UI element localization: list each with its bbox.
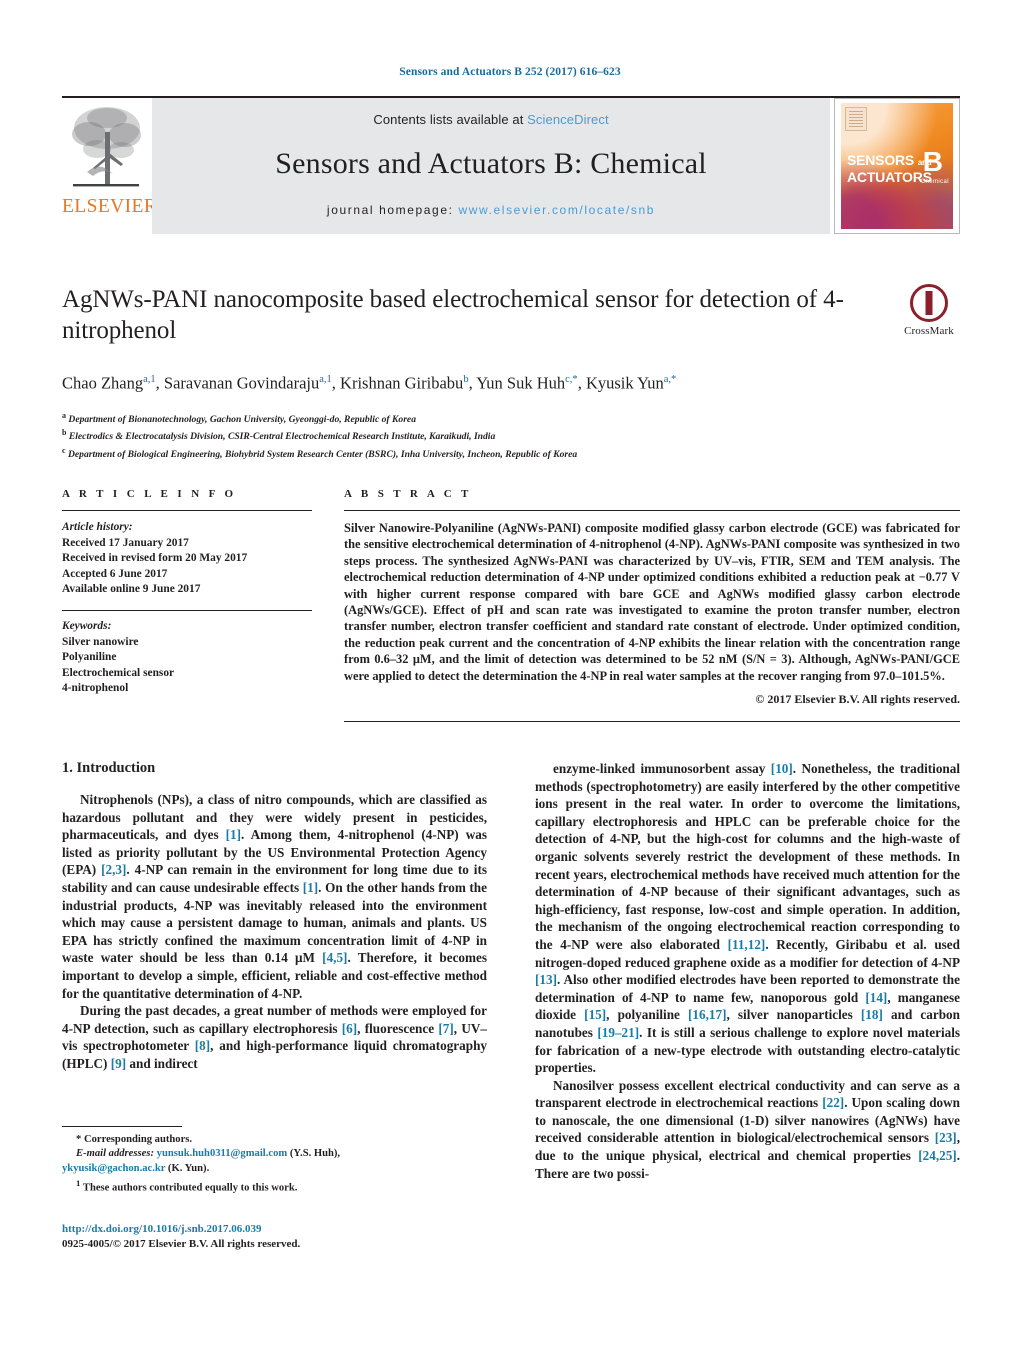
journal-title: Sensors and Actuators B: Chemical [275, 147, 707, 180]
equal-contribution-note: 1 These authors contributed equally to t… [62, 1176, 487, 1196]
doi-link[interactable]: http://dx.doi.org/10.1016/j.snb.2017.06.… [62, 1222, 512, 1237]
history-revised: Received in revised form 20 May 2017 [62, 552, 248, 565]
abstract-copyright: © 2017 Elsevier B.V. All rights reserved… [755, 692, 960, 707]
title-block: AgNWs-PANI nanocomposite based electroch… [62, 284, 852, 462]
issn-copyright-line: 0925-4005/© 2017 Elsevier B.V. All right… [62, 1238, 301, 1250]
affiliation-text-a: Department of Bionanotechnology, Gachon … [68, 413, 416, 425]
elsevier-logo: ELSEVIER [62, 98, 158, 234]
affiliation-b: b Electrodics & Electrocatalysis Divisio… [62, 426, 852, 444]
journal-banner: ELSEVIER Contents lists available at Sci… [62, 96, 960, 236]
cover-subtitle: Chemical [920, 179, 949, 185]
cover-letter-b: B [922, 146, 943, 177]
body-columns: 1. Introduction Nitrophenols (NPs), a cl… [62, 760, 960, 1182]
intro-paragraph-4: Nanosilver possess excellent electrical … [535, 1077, 960, 1181]
email-link-yun[interactable]: ykyusik@gachon.ac.kr [62, 1163, 165, 1174]
affiliation-text-b: Electrodics & Electrocatalysis Division,… [68, 431, 496, 443]
homepage-url-link[interactable]: www.elsevier.com/locate/snb [458, 203, 655, 217]
crossmark-icon [910, 284, 948, 322]
cover-elsevier-mark-icon [845, 107, 867, 131]
journal-cover-thumbnail: SENSORS and ACTUATORS B Chemical [834, 98, 960, 234]
journal-homepage-line: journal homepage: www.elsevier.com/locat… [152, 203, 830, 217]
page-title: AgNWs-PANI nanocomposite based electroch… [62, 286, 844, 344]
equal-contribution-text: These authors contributed equally to thi… [82, 1182, 298, 1194]
running-head: Sensors and Actuators B 252 (2017) 616–6… [399, 66, 621, 78]
affiliation-a: a Department of Bionanotechnology, Gacho… [62, 409, 852, 427]
intro-paragraph-3: enzyme-linked immunosorbent assay [10]. … [535, 761, 961, 1076]
paper-page: Sensors and Actuators B 252 (2017) 616–6… [0, 0, 1020, 1351]
abstract-column: A B S T R A C T Silver Nanowire-Polyanil… [344, 488, 960, 730]
keywords-rule [62, 609, 312, 611]
cover-line1: SENSORS [847, 152, 915, 168]
history-accepted: Accepted 6 June 2017 [62, 567, 168, 580]
crossmark-label: CrossMark [904, 325, 954, 337]
abstract-text: Silver Nanowire-Polyaniline (AgNWs-PANI)… [344, 521, 960, 683]
corresponding-authors-note: * Corresponding authors. [76, 1134, 193, 1145]
history-received: Received 17 January 2017 [62, 536, 189, 549]
cover-line2: ACTUATORS [847, 169, 932, 185]
intro-paragraph-1: Nitrophenols (NPs), a class of nitro com… [62, 792, 488, 1001]
abstract-bottom-rule [344, 721, 960, 723]
elsevier-wordmark: ELSEVIER [62, 196, 158, 217]
article-info-column: A R T I C L E I N F O Article history: R… [62, 488, 312, 697]
article-info-rule [62, 510, 312, 511]
email-addresses-note: E-mail addresses: yunsuk.huh0311@gmail.c… [62, 1147, 487, 1176]
abstract-rule [344, 510, 960, 511]
email-addresses-label: E-mail addresses: [76, 1148, 154, 1160]
author-list: Chao Zhanga,1, Saravanan Govindarajua,1,… [62, 373, 677, 393]
body-column-left: 1. Introduction Nitrophenols (NPs), a cl… [62, 760, 487, 1182]
keyword-3: Electrochemical sensor [62, 666, 175, 679]
affiliation-marker-b: b [62, 428, 67, 438]
doi-block: http://dx.doi.org/10.1016/j.snb.2017.06.… [62, 1222, 512, 1252]
footnote-rule [62, 1126, 182, 1127]
banner-center: Contents lists available at ScienceDirec… [152, 98, 830, 234]
keyword-2: Polyaniline [62, 651, 117, 664]
keyword-1: Silver nanowire [62, 635, 139, 648]
abstract-heading: A B S T R A C T [344, 488, 472, 500]
affiliation-marker-a: a [62, 410, 66, 420]
contents-available-line: Contents lists available at ScienceDirec… [152, 98, 830, 127]
intro-paragraph-2: During the past decades, a great number … [62, 1003, 487, 1071]
section-heading-introduction: 1. Introduction [62, 760, 156, 776]
affiliation-marker-c: c [62, 445, 66, 455]
affiliation-text-c: Department of Biological Engineering, Bi… [67, 449, 578, 461]
contents-prefix: Contents lists available at [373, 112, 528, 127]
keyword-4: 4-nitrophenol [62, 682, 129, 695]
affiliation-list: a Department of Bionanotechnology, Gacho… [62, 409, 852, 462]
affiliation-c: c Department of Biological Engineering, … [62, 444, 852, 462]
article-info-heading: A R T I C L E I N F O [62, 488, 237, 500]
elsevier-tree-icon [72, 107, 141, 187]
sciencedirect-link[interactable]: ScienceDirect [527, 112, 609, 127]
email-owner-yun: (K. Yun). [167, 1162, 210, 1174]
history-online: Available online 9 June 2017 [62, 583, 201, 596]
keywords-label: Keywords: [62, 619, 112, 632]
email-link-huh[interactable]: yunsuk.huh0311@gmail.com [157, 1148, 288, 1159]
equal-contribution-marker: 1 [76, 1178, 81, 1189]
body-column-right: enzyme-linked immunosorbent assay [10]. … [535, 760, 960, 1182]
email-owner-huh: (Y.S. Huh), [289, 1148, 341, 1160]
footnote-block: * Corresponding authors. E-mail addresse… [62, 1126, 487, 1196]
homepage-label: journal homepage: [326, 203, 454, 217]
cover-title-text: SENSORS and ACTUATORS [847, 153, 932, 185]
crossmark-badge[interactable]: CrossMark [896, 284, 962, 337]
article-history-label: Article history: [62, 521, 133, 533]
